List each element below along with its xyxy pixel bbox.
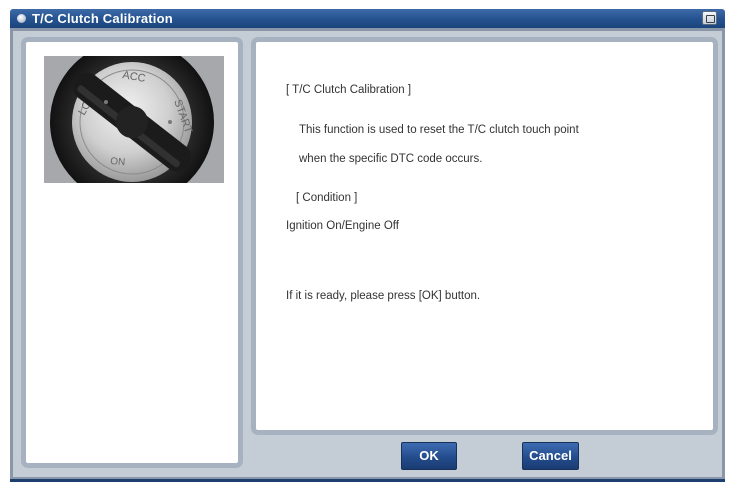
image-panel: LOCK ACC START ON [21, 37, 243, 468]
ready-prompt: If it is ready, please press [OK] button… [286, 290, 481, 302]
ignition-switch-image: LOCK ACC START ON [44, 56, 224, 183]
message-line-2: when the specific DTC code occurs. [299, 153, 483, 165]
window-title: T/C Clutch Calibration [32, 11, 173, 26]
condition-text: Ignition On/Engine Off [286, 220, 399, 232]
message-panel: [ T/C Clutch Calibration ] This function… [251, 37, 718, 435]
screen-capture-icon[interactable] [702, 11, 717, 25]
ok-button[interactable]: OK [401, 442, 457, 470]
circle-icon [17, 14, 26, 23]
cancel-button[interactable]: Cancel [522, 442, 579, 470]
title-bar[interactable]: T/C Clutch Calibration [10, 9, 725, 28]
message-heading: [ T/C Clutch Calibration ] [286, 84, 412, 96]
condition-heading: [ Condition ] [296, 192, 358, 204]
ignition-key-icon: LOCK ACC START ON [44, 56, 224, 183]
message-line-1: This function is used to reset the T/C c… [299, 124, 579, 136]
calibration-dialog: T/C Clutch Calibration ACC START ON [T/… [0, 0, 737, 494]
svg-text:ON: ON [110, 156, 126, 168]
